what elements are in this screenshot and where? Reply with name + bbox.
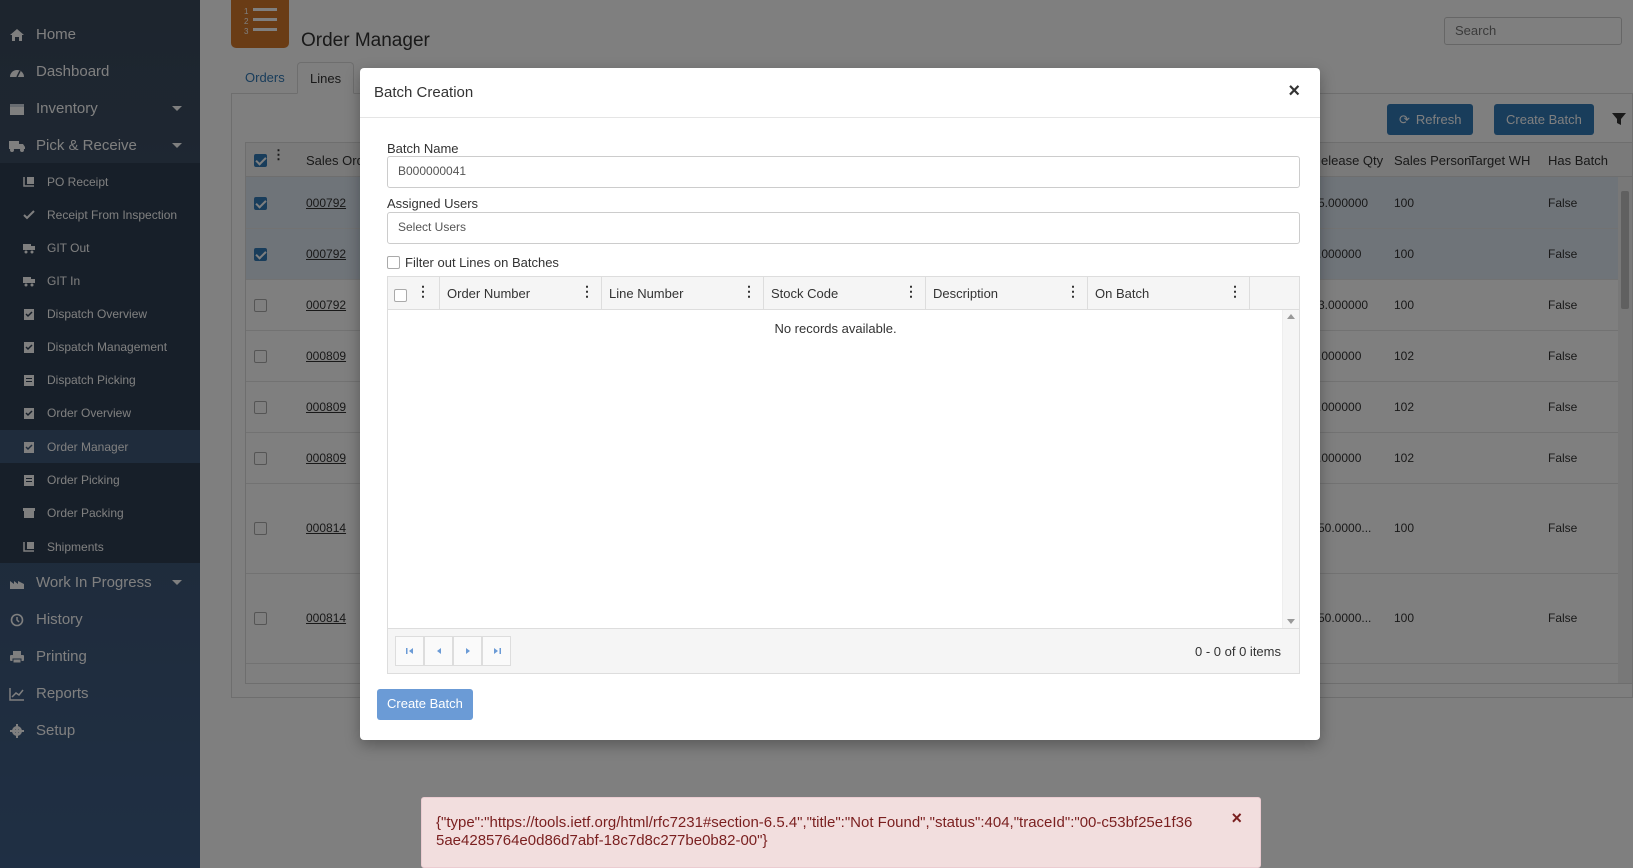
column-menu-icon[interactable]: ⋮: [904, 283, 918, 300]
last-page-button[interactable]: [482, 636, 511, 666]
column-header-description[interactable]: Description ⋮: [925, 277, 1087, 310]
modal-header: Batch Creation ×: [360, 68, 1320, 118]
scroll-down-icon[interactable]: [1287, 619, 1295, 624]
prev-page-icon: [436, 648, 441, 654]
batch-name-input[interactable]: B000000041: [387, 156, 1300, 188]
scroll-up-icon[interactable]: [1287, 314, 1295, 319]
column-menu-icon[interactable]: ⋮: [416, 283, 430, 300]
create-batch-button[interactable]: Create Batch: [377, 689, 473, 720]
column-label: Line Number: [609, 286, 684, 301]
column-menu-icon[interactable]: ⋮: [742, 283, 756, 300]
first-page-button[interactable]: [395, 636, 424, 666]
filter-lines-row[interactable]: Filter out Lines on Batches: [387, 255, 559, 270]
error-message: {"type":"https://tools.ietf.org/html/rfc…: [436, 814, 1193, 849]
grid-pager: 0 - 0 of 0 items: [388, 628, 1299, 673]
grid-header: ⋮ Order Number ⋮ Line Number ⋮ Stock Cod…: [388, 277, 1299, 310]
column-label: On Batch: [1095, 286, 1150, 301]
column-menu-icon[interactable]: ⋮: [580, 283, 594, 300]
close-icon[interactable]: ×: [1231, 808, 1242, 829]
next-page-button[interactable]: [453, 636, 482, 666]
prev-page-button[interactable]: [424, 636, 453, 666]
column-spacer: [1249, 277, 1301, 310]
assigned-users-select[interactable]: Select Users: [387, 212, 1300, 244]
last-page-icon: [493, 648, 501, 654]
modal-title: Batch Creation: [374, 84, 474, 101]
select-all-checkbox[interactable]: [394, 289, 407, 302]
close-icon[interactable]: ×: [1288, 80, 1300, 103]
column-label: Description: [933, 286, 999, 301]
filter-lines-checkbox[interactable]: [387, 256, 400, 269]
column-label: Order Number: [447, 286, 531, 301]
column-menu-icon[interactable]: ⋮: [1066, 283, 1080, 300]
error-notification: {"type":"https://tools.ietf.org/html/rfc…: [421, 797, 1261, 868]
grid-scrollbar[interactable]: [1282, 310, 1299, 628]
column-header-order-number[interactable]: Order Number ⋮: [439, 277, 601, 310]
filter-lines-label: Filter out Lines on Batches: [405, 255, 559, 270]
column-header-stock-code[interactable]: Stock Code ⋮: [763, 277, 925, 310]
batch-name-label: Batch Name: [387, 141, 459, 156]
batch-creation-modal: Batch Creation × Batch Name B000000041 A…: [360, 68, 1320, 740]
column-header-line-number[interactable]: Line Number ⋮: [601, 277, 763, 310]
pager-info: 0 - 0 of 0 items: [1195, 644, 1281, 659]
column-label: Stock Code: [771, 286, 839, 301]
column-menu-icon[interactable]: ⋮: [1228, 283, 1242, 300]
assigned-users-label: Assigned Users: [387, 196, 479, 211]
batch-lines-grid: ⋮ Order Number ⋮ Line Number ⋮ Stock Cod…: [387, 276, 1300, 674]
first-page-icon: [405, 648, 413, 654]
column-header-on-batch[interactable]: On Batch ⋮: [1087, 277, 1249, 310]
next-page-icon: [465, 648, 470, 654]
no-records-message: No records available.: [774, 321, 897, 336]
